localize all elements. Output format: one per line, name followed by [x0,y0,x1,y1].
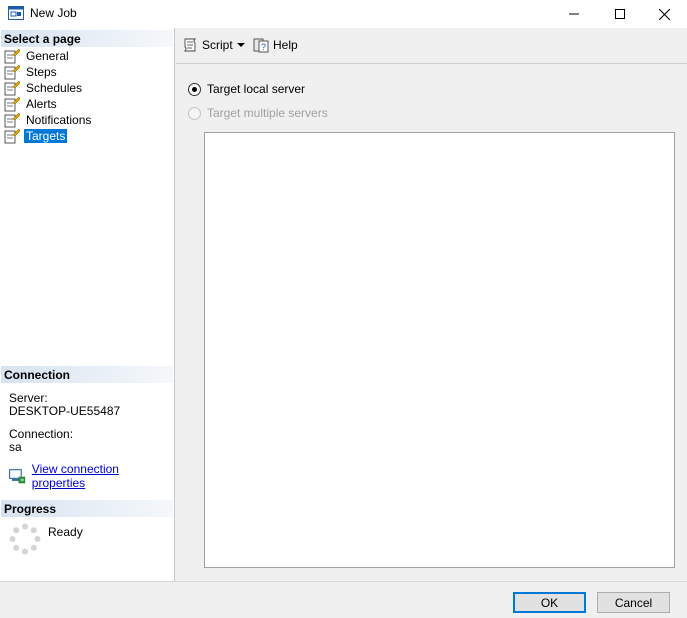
target-servers-list[interactable] [204,132,675,568]
minimize-icon [569,13,579,15]
page-wrench-icon [4,128,20,143]
page-item-targets[interactable]: Targets [4,128,93,144]
maximize-button[interactable] [597,0,643,28]
target-local-option[interactable]: Target local server [188,82,305,96]
maximize-icon [615,9,625,19]
connection-value: sa [9,440,22,454]
svg-text:?: ? [261,42,266,52]
left-panel: Select a page General Steps Schedules Al… [0,28,175,581]
target-multiple-option: Target multiple servers [188,106,328,120]
page-list: General Steps Schedules Alerts Notificat… [4,48,93,144]
page-wrench-icon [4,48,20,63]
page-wrench-icon [4,80,20,95]
help-book-icon: ? [253,38,269,53]
progress-spinner-icon [9,523,41,555]
page-item-schedules[interactable]: Schedules [4,80,93,96]
server-value: DESKTOP-UE55487 [9,404,121,418]
view-connection-properties[interactable]: View connection properties [9,462,174,490]
target-local-label: Target local server [207,82,306,96]
connection-properties-icon [9,468,26,483]
toolbar: Script ? Help [176,28,687,64]
ok-button[interactable]: OK [513,592,586,613]
right-panel: Script ? Help Target local server Target… [176,28,687,581]
view-connection-link[interactable]: View connection properties [32,462,174,490]
title-bar: New Job [0,0,687,28]
window-title: New Job [30,6,77,20]
target-multiple-radio [188,106,201,120]
minimize-button[interactable] [551,0,597,28]
script-dropdown-arrow-icon[interactable] [237,43,245,47]
page-item-alerts[interactable]: Alerts [4,96,93,112]
progress-status: Ready [48,525,83,539]
close-icon [658,8,670,20]
connection-header: Connection [1,366,173,383]
cancel-button[interactable]: Cancel [597,592,670,613]
ssms-app-icon [8,6,24,20]
page-item-general[interactable]: General [4,48,93,64]
target-local-radio[interactable] [188,82,201,96]
page-item-steps[interactable]: Steps [4,64,93,80]
connection-info: Connection: sa [9,428,73,454]
page-wrench-icon [4,112,20,127]
script-icon [183,38,197,52]
target-multiple-label: Target multiple servers [207,106,328,120]
progress-header: Progress [1,500,173,517]
script-button[interactable]: Script [182,36,233,54]
page-item-notifications[interactable]: Notifications [4,112,93,128]
page-wrench-icon [4,64,20,79]
dialog-button-bar: OK Cancel [0,581,687,618]
close-button[interactable] [641,0,687,28]
help-button[interactable]: ? Help [253,36,298,54]
select-page-header: Select a page [1,30,173,47]
server-info: Server: DESKTOP-UE55487 [9,392,120,418]
page-wrench-icon [4,96,20,111]
